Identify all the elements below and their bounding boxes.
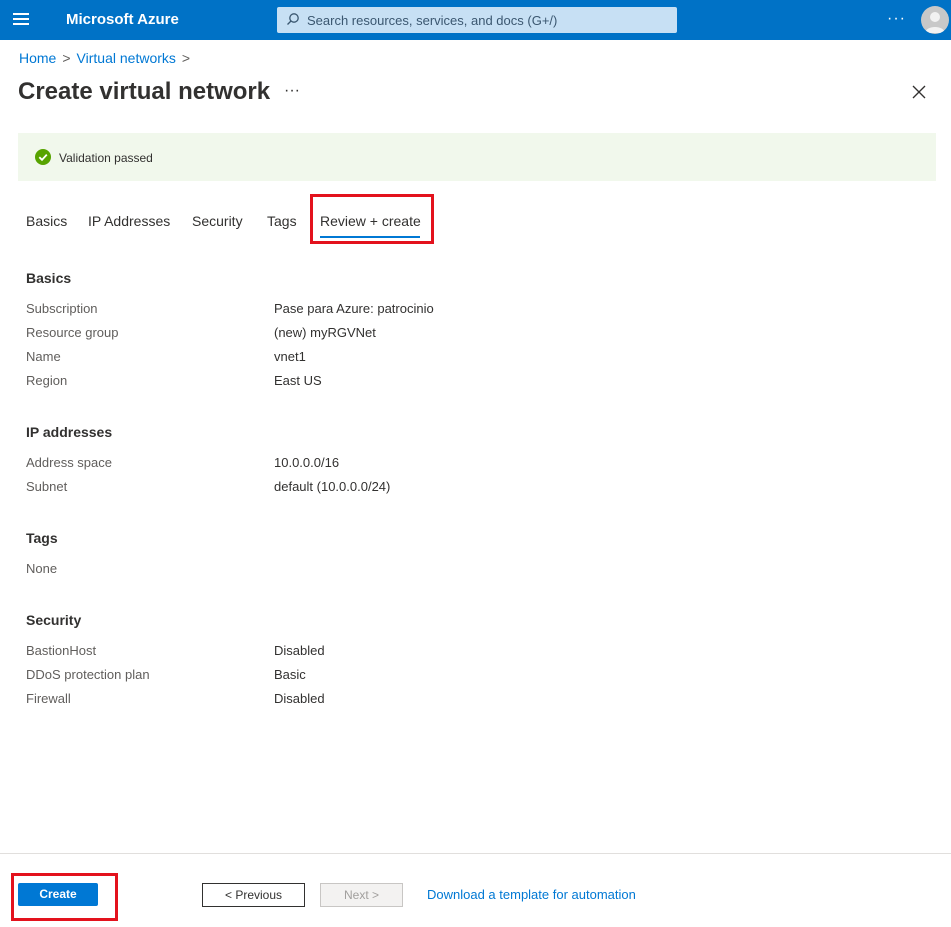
breadcrumb-home[interactable]: Home [19, 50, 56, 66]
top-bar: Microsoft Azure Search resources, servic… [0, 0, 951, 40]
hamburger-menu-icon[interactable] [13, 13, 31, 27]
section-title-ip-addresses: IP addresses [26, 424, 113, 440]
validation-banner: Validation passed [18, 133, 936, 181]
value-subnet: default (10.0.0.0/24) [274, 479, 391, 494]
title-more-icon[interactable]: ··· [284, 82, 300, 100]
label-resource-group: Resource group [26, 325, 119, 340]
tab-tags[interactable]: Tags [267, 213, 297, 229]
more-options-icon[interactable]: ··· [887, 10, 906, 28]
value-bastion-host: Disabled [274, 643, 325, 658]
label-region: Region [26, 373, 68, 388]
user-icon [925, 12, 945, 33]
label-name: Name [26, 349, 61, 364]
label-subnet: Subnet [26, 479, 68, 494]
validation-text: Validation passed [59, 151, 153, 165]
next-button: Next > [320, 883, 403, 907]
label-subscription: Subscription [26, 301, 98, 316]
breadcrumb-virtual-networks[interactable]: Virtual networks [77, 50, 176, 66]
label-address-space: Address space [26, 455, 112, 470]
chevron-right-icon: > [181, 50, 191, 66]
search-input[interactable]: Search resources, services, and docs (G+… [277, 7, 677, 33]
value-subscription: Pase para Azure: patrocinio [274, 301, 434, 316]
create-button[interactable]: Create [18, 883, 98, 906]
tab-ip-addresses[interactable]: IP Addresses [88, 213, 170, 229]
tags-none: None [26, 561, 58, 576]
search-icon [287, 13, 299, 25]
section-title-basics: Basics [26, 270, 72, 286]
value-name: vnet1 [274, 349, 306, 364]
breadcrumb: Home > Virtual networks > [19, 50, 196, 66]
section-title-tags: Tags [26, 530, 58, 546]
close-icon[interactable] [912, 85, 926, 99]
page-title: Create virtual network [18, 78, 271, 105]
download-template-link[interactable]: Download a template for automation [427, 887, 636, 902]
footer-divider [0, 853, 951, 854]
avatar[interactable] [921, 6, 949, 34]
label-firewall: Firewall [26, 691, 71, 706]
value-firewall: Disabled [274, 691, 325, 706]
search-placeholder: Search resources, services, and docs (G+… [307, 13, 558, 28]
check-circle-icon [35, 149, 51, 165]
label-ddos-plan: DDoS protection plan [26, 667, 150, 682]
label-bastion-host: BastionHost [26, 643, 97, 658]
tab-security[interactable]: Security [192, 213, 243, 229]
value-ddos-plan: Basic [274, 667, 306, 682]
value-region: East US [274, 373, 322, 388]
value-resource-group: (new) myRGVNet [274, 325, 376, 340]
previous-button[interactable]: < Previous [202, 883, 305, 907]
brand-title[interactable]: Microsoft Azure [66, 11, 179, 28]
section-title-security: Security [26, 612, 82, 628]
tab-basics[interactable]: Basics [26, 213, 67, 229]
chevron-right-icon: > [62, 50, 71, 66]
highlight-box-tab [310, 194, 434, 244]
value-address-space: 10.0.0.0/16 [274, 455, 340, 470]
